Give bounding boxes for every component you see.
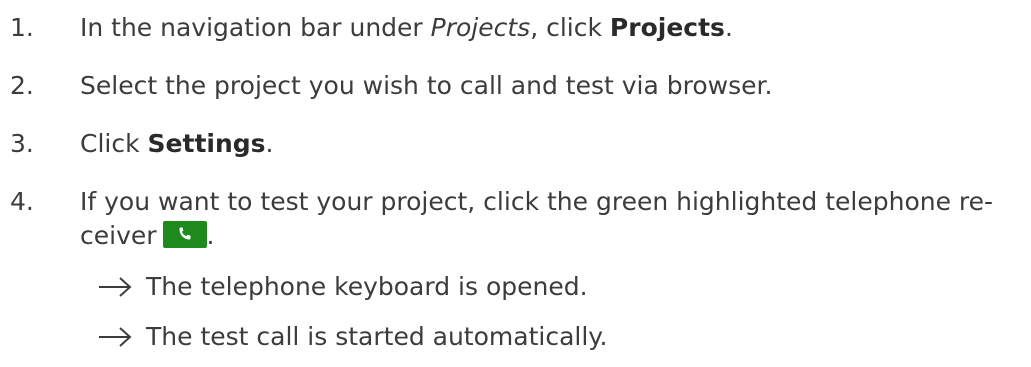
step-number: 2. (10, 71, 34, 100)
arrow-right-icon (99, 327, 132, 347)
telephone-receiver-button (162, 221, 207, 248)
projects-menu-name: Projects (609, 13, 725, 42)
step-text-part: In the navigation bar under (80, 13, 431, 42)
step-text: Click Settings. (80, 127, 1010, 161)
step-text-part: . (206, 221, 215, 250)
result-text: The telephone keyboard is opened. (146, 272, 588, 301)
nav-section-name: Projects (430, 13, 531, 42)
telephone-receiver-icon (179, 227, 191, 240)
arrow-right-icon (99, 277, 132, 297)
step-text-part: . (265, 129, 274, 158)
settings-menu-name: Settings (147, 129, 266, 158)
step-number: 1. (10, 13, 34, 42)
step-number: 4. (10, 187, 34, 216)
step-text-part: . (724, 13, 733, 42)
result-text: The test call is started automatically. (146, 322, 608, 351)
step-text-part: , click (530, 13, 610, 42)
step-text: In the navigation bar under Projects, cl… (80, 11, 1010, 45)
step-text: Select the project you wish to call and … (80, 71, 773, 100)
step-text-line: ceiver (80, 221, 157, 250)
step-number: 3. (10, 129, 34, 158)
step-text-part: Click (80, 129, 148, 158)
step-text: If you want to test your project, click … (80, 185, 1010, 253)
step-text-line: If you want to test your project, click … (80, 187, 994, 216)
